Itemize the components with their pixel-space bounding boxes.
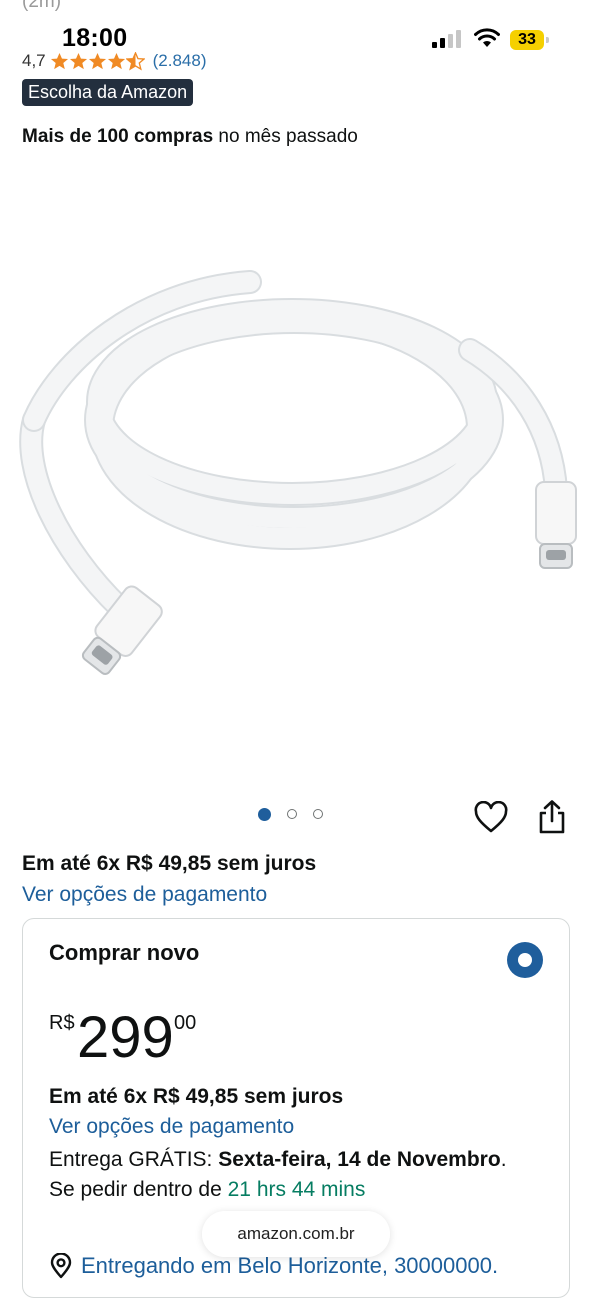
star-half-icon	[125, 51, 145, 71]
browser-url-pill[interactable]: amazon.com.br	[202, 1211, 390, 1257]
rating-value: 4,7	[22, 51, 46, 70]
battery-level: 33	[510, 30, 544, 50]
star-full-icon	[69, 52, 87, 69]
price-whole: 299	[77, 1005, 174, 1070]
price-cents: 00	[174, 1012, 197, 1034]
battery-icon: 33	[510, 30, 550, 50]
image-carousel-indicator[interactable]	[258, 808, 323, 821]
carousel-dot[interactable]	[287, 809, 297, 819]
payment-options-link[interactable]: Ver opções de pagamento	[22, 883, 267, 907]
delivery-prefix: Entrega GRÁTIS:	[49, 1148, 219, 1171]
purchases-period: no mês passado	[213, 126, 358, 147]
buy-box-installments: Em até 6x R$ 49,85 sem juros	[49, 1085, 344, 1108]
purchases-info: Mais de 100 compras no mês passado	[22, 126, 358, 148]
status-time: 18:00	[62, 24, 128, 52]
star-full-icon	[50, 52, 68, 69]
carousel-dot[interactable]	[313, 809, 323, 819]
rating-row[interactable]: 4,7 (2.848)	[22, 50, 207, 72]
delivery-date: Sexta-feira, 14 de Novembro	[218, 1148, 501, 1171]
buy-new-radio[interactable]	[507, 942, 543, 978]
amazon-choice-badge: Escolha da Amazon	[22, 79, 194, 106]
delivery-info: Entrega GRÁTIS: Sexta-feira, 14 de Novem…	[49, 1145, 529, 1205]
wifi-icon	[474, 28, 500, 47]
price-currency: R$	[49, 1012, 75, 1034]
heart-icon[interactable]	[474, 801, 508, 835]
carousel-dot-active[interactable]	[258, 808, 271, 821]
star-full-icon	[88, 52, 106, 69]
rating-count-link[interactable]: (2.848)	[153, 51, 207, 71]
buy-box-payment-options-link[interactable]: Ver opções de pagamento	[49, 1115, 294, 1139]
location-pin-icon	[50, 1253, 72, 1279]
star-full-icon	[107, 52, 125, 69]
share-icon[interactable]	[537, 799, 567, 835]
product-image[interactable]	[0, 170, 592, 790]
delivery-countdown: 21 hrs 44 mins	[227, 1178, 366, 1201]
buy-new-title: Comprar novo	[49, 940, 200, 965]
purchases-count: Mais de 100 compras	[22, 126, 214, 147]
rating-stars	[50, 51, 145, 71]
product-title-line: (2m)	[22, 0, 62, 12]
product-title-faded: (2m)	[22, 0, 61, 14]
installments-info: Em até 6x R$ 49,85 sem juros	[22, 852, 317, 875]
cellular-signal-icon	[432, 30, 461, 48]
